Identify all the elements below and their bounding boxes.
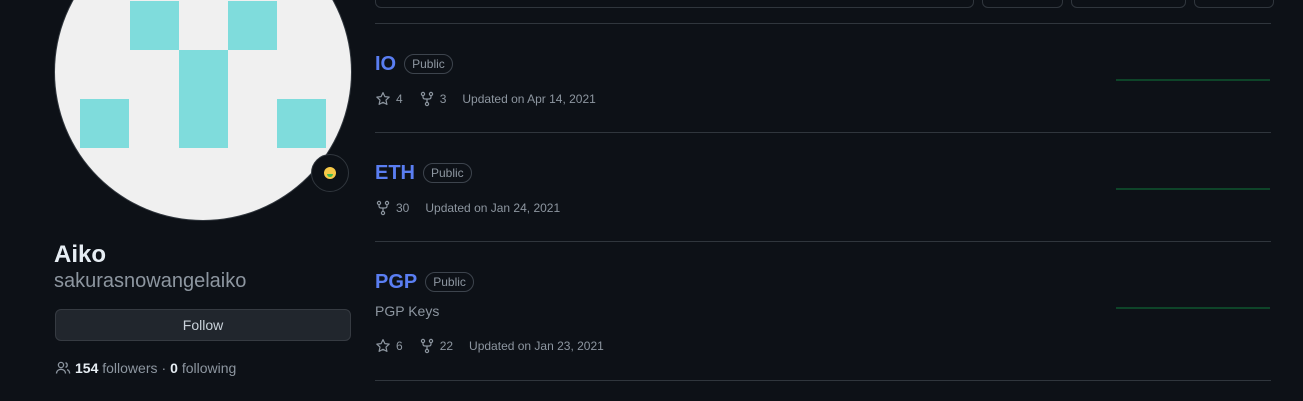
stars-count: 6: [396, 339, 403, 353]
visibility-badge: Public: [425, 272, 474, 292]
followers-count: 154: [75, 360, 99, 376]
followers-link[interactable]: 154 followers: [75, 359, 158, 377]
forks-link[interactable]: 3: [419, 91, 447, 107]
following-label: following: [181, 360, 237, 376]
repo-list-item: PGP Public PGP Keys 6 22 Updated on Jan …: [375, 241, 1271, 381]
money-mouth-face-icon: [324, 167, 336, 179]
updated-text: Updated on Apr 14, 2021: [462, 92, 596, 106]
repo-list-item: ETH Public 30 Updated on Jan 24, 2021: [375, 132, 1271, 242]
stars-count: 4: [396, 92, 403, 106]
star-icon: [376, 339, 390, 352]
forks-link[interactable]: 22: [419, 338, 453, 354]
fork-icon: [420, 91, 433, 107]
status-emoji-button[interactable]: [311, 154, 349, 192]
visibility-badge: Public: [423, 163, 472, 183]
type-filter-button[interactable]: [982, 0, 1063, 8]
repo-name-link[interactable]: PGP: [375, 269, 417, 295]
avatar[interactable]: [55, 0, 351, 220]
profile-display-name: Aiko: [54, 241, 107, 268]
people-icon: [55, 361, 71, 374]
stars-link[interactable]: 6: [375, 338, 403, 354]
followers-label: followers: [102, 360, 158, 376]
follow-stats: 154 followers · 0 following: [55, 359, 236, 377]
fork-icon: [420, 338, 433, 354]
activity-sparkline: [1116, 307, 1270, 309]
sort-filter-button[interactable]: [1194, 0, 1274, 8]
fork-icon: [376, 200, 390, 216]
activity-sparkline: [1116, 79, 1270, 81]
following-count: 0: [170, 360, 178, 376]
forks-count: 22: [439, 339, 454, 353]
star-icon: [376, 92, 390, 105]
language-filter-button[interactable]: [1071, 0, 1186, 8]
identicon-image: [80, 1, 326, 148]
stars-link[interactable]: 4: [375, 91, 403, 107]
updated-text: Updated on Jan 24, 2021: [425, 201, 561, 215]
repo-name-link[interactable]: IO: [375, 51, 396, 77]
find-repository-input[interactable]: [375, 0, 974, 8]
activity-sparkline: [1116, 188, 1270, 190]
following-link[interactable]: 0 following: [170, 359, 236, 377]
repo-description: PGP Keys: [375, 303, 440, 319]
profile-username: sakurasnowangelaiko: [54, 270, 247, 292]
repo-name-link[interactable]: ETH: [375, 160, 415, 186]
stats-separator: ·: [161, 360, 167, 376]
visibility-badge: Public: [404, 54, 453, 74]
forks-link[interactable]: 30: [375, 200, 409, 216]
updated-text: Updated on Jan 23, 2021: [469, 339, 604, 353]
repo-list-item: IO Public 4 3 Updated on Apr 14, 2021: [375, 23, 1271, 133]
follow-button[interactable]: Follow: [55, 309, 351, 341]
forks-count: 3: [439, 92, 447, 106]
forks-count: 30: [396, 201, 410, 215]
